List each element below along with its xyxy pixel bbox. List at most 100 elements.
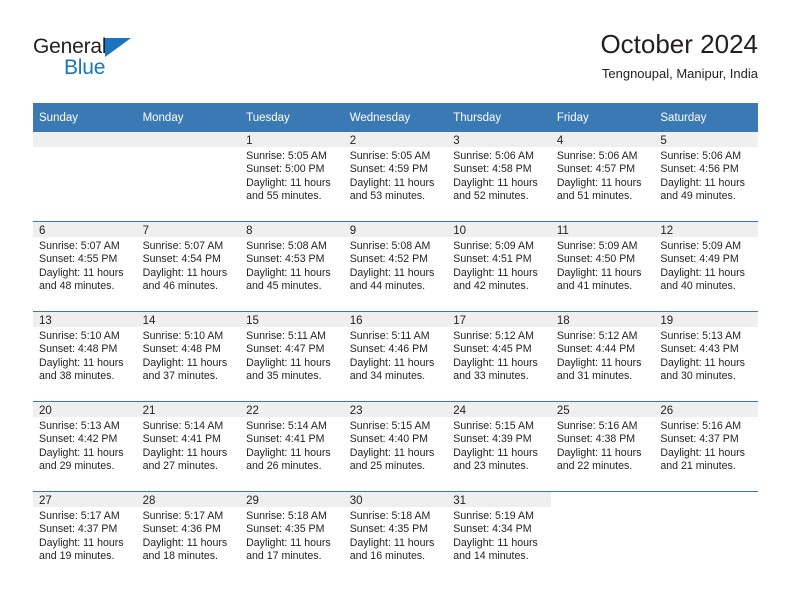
daylight-line-1: Daylight: 11 hours <box>660 356 745 369</box>
daylight-line-2: and 27 minutes. <box>142 460 218 473</box>
sunrise-time: Sunrise: 5:15 AM <box>453 420 534 432</box>
day-number <box>654 492 758 507</box>
day-details: Sunrise: 5:07 AM Sunset: 4:55 PM Daylight:… <box>33 237 137 294</box>
day-number: 1 <box>240 132 344 147</box>
calendar-week-row: 6 Sunrise: 5:07 AM Sunset: 4:55 PM Daylight… <box>33 221 758 312</box>
sunset-time: Sunset: 4:41 PM <box>142 433 221 446</box>
sunrise-time: Sunrise: 5:18 AM <box>246 510 327 522</box>
sunrise-time: Sunrise: 5:07 AM <box>142 240 224 252</box>
daylight-line-2: and 21 minutes. <box>660 460 736 473</box>
calendar-day-cell[interactable]: 6 Sunrise: 5:07 AM Sunset: 4:55 PM Daylight… <box>33 221 137 312</box>
daylight-line-2: and 38 minutes. <box>39 370 115 383</box>
daylight-line-2: and 40 minutes. <box>660 280 736 293</box>
day-number: 4 <box>550 132 655 147</box>
day-details: Sunrise: 5:07 AM Sunset: 4:54 PM Daylight:… <box>137 237 241 294</box>
daylight-line-1: Daylight: 11 hours <box>142 536 228 549</box>
sunset-time: Sunset: 4:37 PM <box>39 523 118 536</box>
sunset-time: Sunset: 4:50 PM <box>556 253 636 266</box>
sunrise-time: Sunrise: 5:17 AM <box>39 510 120 522</box>
calendar-day-cell[interactable]: 14 Sunrise: 5:10 AM Sunset: 4:48 PM Dayligh… <box>136 311 241 402</box>
day-details: Sunrise: 5:13 AM Sunset: 4:43 PM Daylight:… <box>654 327 758 384</box>
day-number: 8 <box>240 222 344 237</box>
calendar-day-cell[interactable]: 30 Sunrise: 5:18 AM Sunset: 4:35 PM Dayligh… <box>343 491 448 581</box>
daylight-line-1: Daylight: 11 hours <box>246 446 331 459</box>
sunset-time: Sunset: 4:45 PM <box>453 343 532 356</box>
day-number: 3 <box>447 132 551 147</box>
day-details: Sunrise: 5:06 AM Sunset: 4:57 PM Daylight:… <box>551 147 655 204</box>
calendar-week-row: 20 Sunrise: 5:13 AM Sunset: 4:42 PM Dayligh… <box>33 401 758 492</box>
daylight-line-1: Daylight: 11 hours <box>246 176 331 189</box>
day-details: Sunrise: 5:06 AM Sunset: 4:56 PM Daylight:… <box>654 147 758 204</box>
sunrise-time: Sunrise: 5:06 AM <box>453 150 534 162</box>
daylight-line-2: and 29 minutes. <box>39 460 115 473</box>
calendar-day-cell[interactable]: 13 Sunrise: 5:10 AM Sunset: 4:48 PM Dayligh… <box>33 311 137 402</box>
sunrise-time: Sunrise: 5:11 AM <box>246 330 327 342</box>
daylight-line-1: Daylight: 11 hours <box>142 266 228 279</box>
daylight-line-1: Daylight: 11 hours <box>142 446 228 459</box>
day-number: 18 <box>550 312 655 327</box>
calendar-day-cell[interactable]: 9 Sunrise: 5:08 AM Sunset: 4:52 PM Daylight… <box>343 221 448 312</box>
day-number: 2 <box>343 132 448 147</box>
calendar-day-cell[interactable]: 4 Sunrise: 5:06 AM Sunset: 4:57 PM Daylight… <box>550 132 655 222</box>
sunrise-time: Sunrise: 5:09 AM <box>556 240 638 252</box>
daylight-line-2: and 18 minutes. <box>142 550 218 563</box>
calendar-day-cell[interactable]: 1 Sunrise: 5:05 AM Sunset: 5:00 PM Daylight… <box>240 132 344 222</box>
calendar-day-cell[interactable]: 26 Sunrise: 5:16 AM Sunset: 4:37 PM Dayligh… <box>654 401 758 492</box>
calendar-day-cell[interactable]: 7 Sunrise: 5:07 AM Sunset: 4:54 PM Daylight… <box>136 221 241 312</box>
calendar-day-cell[interactable]: 24 Sunrise: 5:15 AM Sunset: 4:39 PM Dayligh… <box>447 401 551 492</box>
sunrise-time: Sunrise: 5:11 AM <box>349 330 430 342</box>
sunset-time: Sunset: 4:56 PM <box>660 163 739 176</box>
calendar-day-cell[interactable]: 16 Sunrise: 5:11 AM Sunset: 4:46 PM Dayligh… <box>343 311 448 402</box>
day-details: Sunrise: 5:06 AM Sunset: 4:58 PM Daylight:… <box>447 147 551 204</box>
calendar-day-cell[interactable]: 25 Sunrise: 5:16 AM Sunset: 4:38 PM Dayligh… <box>550 401 655 492</box>
day-details: Sunrise: 5:11 AM Sunset: 4:46 PM Daylight:… <box>344 327 448 384</box>
sunset-time: Sunset: 4:53 PM <box>246 253 325 266</box>
daylight-line-1: Daylight: 11 hours <box>39 536 124 549</box>
day-number: 7 <box>136 222 241 237</box>
calendar-day-cell[interactable]: 21 Sunrise: 5:14 AM Sunset: 4:41 PM Dayligh… <box>136 401 241 492</box>
sunset-time: Sunset: 4:52 PM <box>349 253 429 266</box>
day-number: 17 <box>447 312 551 327</box>
calendar-day-cell[interactable]: 12 Sunrise: 5:09 AM Sunset: 4:49 PM Dayligh… <box>654 221 758 312</box>
calendar-day-cell[interactable]: 8 Sunrise: 5:08 AM Sunset: 4:53 PM Daylight… <box>240 221 344 312</box>
day-details: Sunrise: 5:09 AM Sunset: 4:51 PM Daylight:… <box>447 237 551 294</box>
sunset-time: Sunset: 4:54 PM <box>142 253 221 266</box>
sunset-time: Sunset: 4:44 PM <box>556 343 636 356</box>
calendar-day-cell[interactable]: 27 Sunrise: 5:17 AM Sunset: 4:37 PM Dayligh… <box>33 491 137 581</box>
calendar-day-cell[interactable]: 19 Sunrise: 5:13 AM Sunset: 4:43 PM Dayligh… <box>654 311 758 402</box>
calendar-day-cell[interactable]: 18 Sunrise: 5:12 AM Sunset: 4:44 PM Dayligh… <box>550 311 655 402</box>
title-block: October 2024 Tengnoupal, Manipur, India <box>600 28 758 82</box>
daylight-line-2: and 45 minutes. <box>246 280 322 293</box>
day-details: Sunrise: 5:14 AM Sunset: 4:41 PM Daylight:… <box>240 417 344 474</box>
calendar-day-cell[interactable]: 3 Sunrise: 5:06 AM Sunset: 4:58 PM Daylight… <box>447 132 551 222</box>
calendar-day-cell[interactable]: 11 Sunrise: 5:09 AM Sunset: 4:50 PM Dayligh… <box>550 221 655 312</box>
sunrise-time: Sunrise: 5:06 AM <box>556 150 638 162</box>
sunset-time: Sunset: 4:49 PM <box>660 253 739 266</box>
sunrise-time: Sunrise: 5:09 AM <box>660 240 742 252</box>
calendar-day-cell[interactable]: 5 Sunrise: 5:06 AM Sunset: 4:56 PM Daylight… <box>654 132 758 222</box>
day-number: 24 <box>447 402 551 417</box>
calendar-day-cell[interactable]: 23 Sunrise: 5:15 AM Sunset: 4:40 PM Dayligh… <box>343 401 448 492</box>
calendar-day-cell[interactable]: 15 Sunrise: 5:11 AM Sunset: 4:47 PM Dayligh… <box>240 311 344 402</box>
calendar-day-cell[interactable]: 28 Sunrise: 5:17 AM Sunset: 4:36 PM Dayligh… <box>136 491 241 581</box>
generalblue-logo[interactable]: General Blue <box>33 35 183 83</box>
calendar-day-cell[interactable]: 22 Sunrise: 5:14 AM Sunset: 4:41 PM Dayligh… <box>240 401 344 492</box>
calendar-day-cell[interactable]: 29 Sunrise: 5:18 AM Sunset: 4:35 PM Dayligh… <box>240 491 344 581</box>
day-number: 6 <box>33 222 137 237</box>
weekday-header-saturday: Saturday <box>654 103 758 132</box>
calendar-day-cell[interactable]: 17 Sunrise: 5:12 AM Sunset: 4:45 PM Dayligh… <box>447 311 551 402</box>
sunset-time: Sunset: 4:41 PM <box>246 433 325 446</box>
sunset-time: Sunset: 4:43 PM <box>660 343 739 356</box>
calendar-day-cell[interactable]: 31 Sunrise: 5:19 AM Sunset: 4:34 PM Dayligh… <box>447 491 551 581</box>
daylight-line-1: Daylight: 11 hours <box>556 266 642 279</box>
sunrise-time: Sunrise: 5:18 AM <box>349 510 431 522</box>
sunrise-time: Sunrise: 5:05 AM <box>246 150 327 162</box>
day-details: Sunrise: 5:17 AM Sunset: 4:37 PM Daylight:… <box>33 507 137 564</box>
daylight-line-2: and 33 minutes. <box>453 370 529 383</box>
calendar-day-cell[interactable]: 2 Sunrise: 5:05 AM Sunset: 4:59 PM Daylight… <box>343 132 448 222</box>
calendar-day-cell[interactable]: 10 Sunrise: 5:09 AM Sunset: 4:51 PM Dayligh… <box>447 221 551 312</box>
day-details: Sunrise: 5:05 AM Sunset: 5:00 PM Daylight:… <box>240 147 344 204</box>
day-number: 27 <box>33 492 137 507</box>
daylight-line-2: and 37 minutes. <box>142 370 218 383</box>
calendar-day-cell[interactable]: 20 Sunrise: 5:13 AM Sunset: 4:42 PM Dayligh… <box>33 401 137 492</box>
